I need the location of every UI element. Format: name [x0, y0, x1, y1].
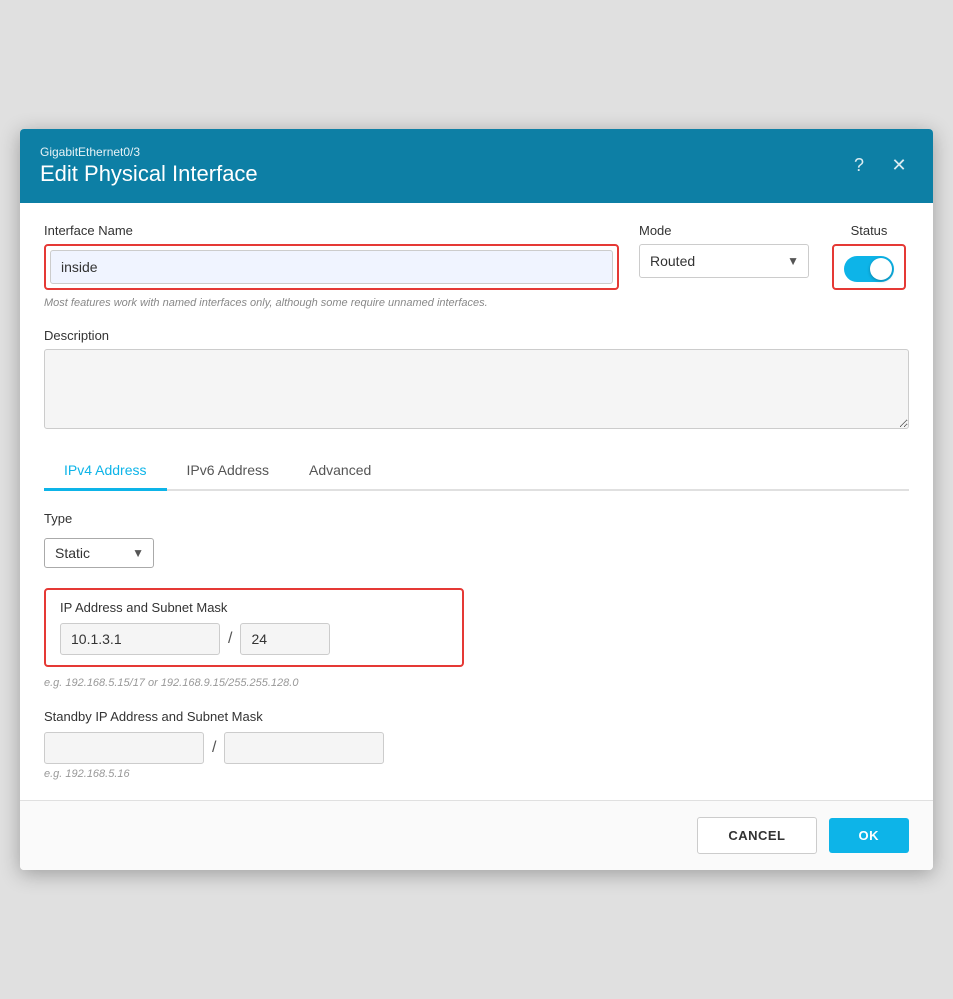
mode-section: Mode Routed Transparent Passive ▼: [639, 223, 809, 278]
description-textarea[interactable]: [44, 349, 909, 429]
status-toggle[interactable]: [844, 256, 894, 282]
ip-subnet-inputs: /: [60, 623, 448, 655]
interface-name-hint: Most features work with named interfaces…: [44, 296, 619, 311]
status-section: Status: [829, 223, 909, 290]
interface-name-section: Interface Name Most features work with n…: [44, 223, 619, 311]
interface-name-label: Interface Name: [44, 223, 619, 238]
standby-slash-divider: /: [212, 739, 216, 757]
description-section: Description: [44, 328, 909, 432]
interface-name-border: [44, 244, 619, 290]
standby-label: Standby IP Address and Subnet Mask: [44, 709, 909, 724]
standby-ip-input[interactable]: [44, 732, 204, 764]
type-section: Type Static DHCP PPPoE ▼: [44, 511, 909, 568]
ip-address-input[interactable]: [60, 623, 220, 655]
cancel-button[interactable]: CANCEL: [697, 817, 816, 854]
standby-inputs: /: [44, 732, 909, 764]
status-bordered-wrapper: [832, 244, 906, 290]
tab-advanced[interactable]: Advanced: [289, 452, 391, 491]
tab-ipv6[interactable]: IPv6 Address: [167, 452, 290, 491]
mode-select[interactable]: Routed Transparent Passive: [639, 244, 809, 278]
description-label: Description: [44, 328, 909, 343]
status-label: Status: [851, 223, 888, 238]
subnet-mask-input[interactable]: [240, 623, 330, 655]
modal-header: GigabitEthernet0/3 Edit Physical Interfa…: [20, 129, 933, 203]
header-actions: ? ✕: [845, 151, 913, 179]
mode-label: Mode: [639, 223, 809, 238]
standby-subnet-input[interactable]: [224, 732, 384, 764]
interface-name-input[interactable]: [50, 250, 613, 284]
type-select[interactable]: Static DHCP PPPoE: [44, 538, 154, 568]
top-row: Interface Name Most features work with n…: [44, 223, 909, 311]
modal-footer: CANCEL OK: [20, 800, 933, 870]
type-label: Type: [44, 511, 909, 526]
type-select-wrapper: Static DHCP PPPoE ▼: [44, 538, 154, 568]
tabs-row: IPv4 Address IPv6 Address Advanced: [44, 452, 909, 491]
standby-section: Standby IP Address and Subnet Mask / e.g…: [44, 709, 909, 780]
standby-hint: e.g. 192.168.5.16: [44, 768, 909, 780]
help-button[interactable]: ?: [845, 151, 873, 179]
tab-ipv4[interactable]: IPv4 Address: [44, 452, 167, 491]
close-button[interactable]: ✕: [885, 151, 913, 179]
ip-subnet-bordered: IP Address and Subnet Mask /: [44, 588, 464, 667]
mode-select-wrapper: Routed Transparent Passive ▼: [639, 244, 809, 278]
title-group: GigabitEthernet0/3 Edit Physical Interfa…: [40, 145, 258, 187]
modal-subtitle: GigabitEthernet0/3: [40, 145, 258, 159]
modal-title: Edit Physical Interface: [40, 161, 258, 187]
ip-subnet-label: IP Address and Subnet Mask: [60, 600, 448, 615]
ok-button[interactable]: OK: [829, 818, 910, 853]
modal-body: Interface Name Most features work with n…: [20, 203, 933, 799]
slash-divider: /: [228, 630, 232, 648]
toggle-slider: [844, 256, 894, 282]
ip-hint: e.g. 192.168.5.15/17 or 192.168.9.15/255…: [44, 677, 909, 689]
